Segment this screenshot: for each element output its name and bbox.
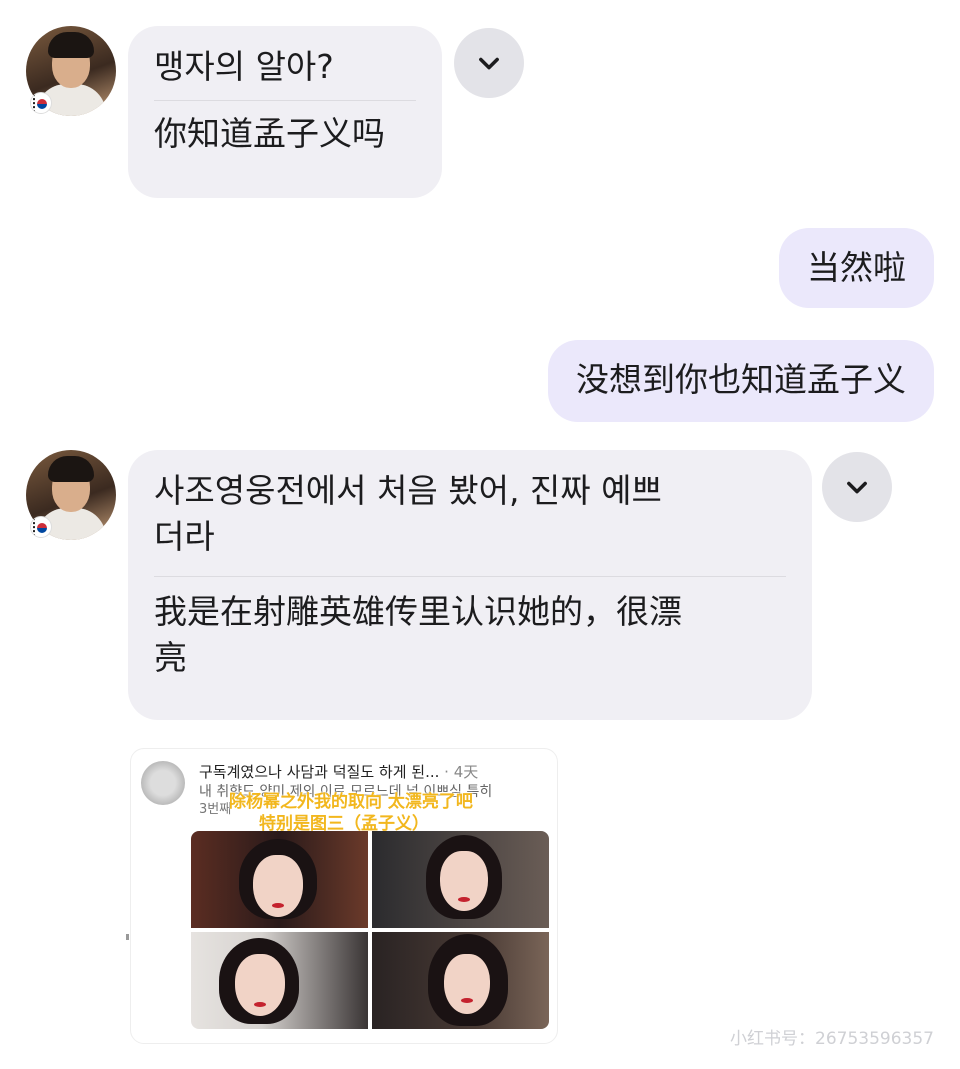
post-author-avatar (141, 761, 185, 805)
incoming-message-bubble[interactable]: 맹자의 알아? 你知道孟子义吗 (128, 26, 442, 198)
post-title: 구독계였으나 사담과 덕질도 하게 된... · 4天 (199, 761, 478, 782)
overlay-caption: 除杨幂之外我的取向 太漂亮了吧 特别是图三（孟子义） (229, 791, 473, 835)
korea-flag-icon (30, 92, 52, 114)
photo-3 (191, 932, 368, 1029)
post-time: · 4天 (444, 763, 479, 781)
message-text: 没想到你也知道孟子义 (576, 360, 906, 399)
original-text-line-2: 더라 (154, 517, 215, 556)
original-text-line-1: 사조영웅전에서 처음 봤어, 진짜 예쁘 (154, 471, 662, 510)
photo-1 (191, 831, 368, 928)
watermark: 小红书号：26753596357 (730, 1029, 934, 1049)
translated-text: 你知道孟子义吗 (154, 114, 385, 153)
expand-translation-button[interactable] (454, 28, 524, 98)
contact-avatar[interactable] (26, 450, 116, 540)
chevron-down-icon (479, 57, 499, 70)
translation-divider (154, 576, 786, 577)
image-attachment[interactable]: 구독계였으나 사담과 덕질도 하게 된... · 4天 내 취향드 양미 제외 … (130, 748, 558, 1044)
photo-grid (191, 831, 549, 1029)
photo-2 (372, 831, 549, 928)
expand-translation-button[interactable] (822, 452, 892, 522)
outgoing-message-bubble[interactable]: 当然啦 (779, 228, 934, 308)
caption-line-1: 除杨幂之外我的取向 太漂亮了吧 (229, 792, 473, 812)
korea-flag-icon (30, 516, 52, 538)
divider-mark (126, 934, 129, 940)
message-text: 当然啦 (807, 248, 906, 287)
incoming-message-bubble[interactable]: 사조영웅전에서 처음 봤어, 진짜 예쁘 더라 我是在射雕英雄传里认识她的，很漂… (128, 450, 812, 720)
outgoing-message-bubble[interactable]: 没想到你也知道孟子义 (548, 340, 934, 422)
original-text: 맹자의 알아? (154, 47, 334, 86)
chevron-down-icon (847, 481, 867, 494)
photo-4 (372, 932, 549, 1029)
post-title-text: 구독계였으나 사담과 덕질도 하게 된... (199, 763, 440, 781)
translation-divider (154, 100, 416, 101)
translated-text-line-1: 我是在射雕英雄传里认识她的，很漂 (154, 592, 682, 631)
contact-avatar[interactable] (26, 26, 116, 116)
translated-text-line-2: 亮 (154, 638, 187, 677)
